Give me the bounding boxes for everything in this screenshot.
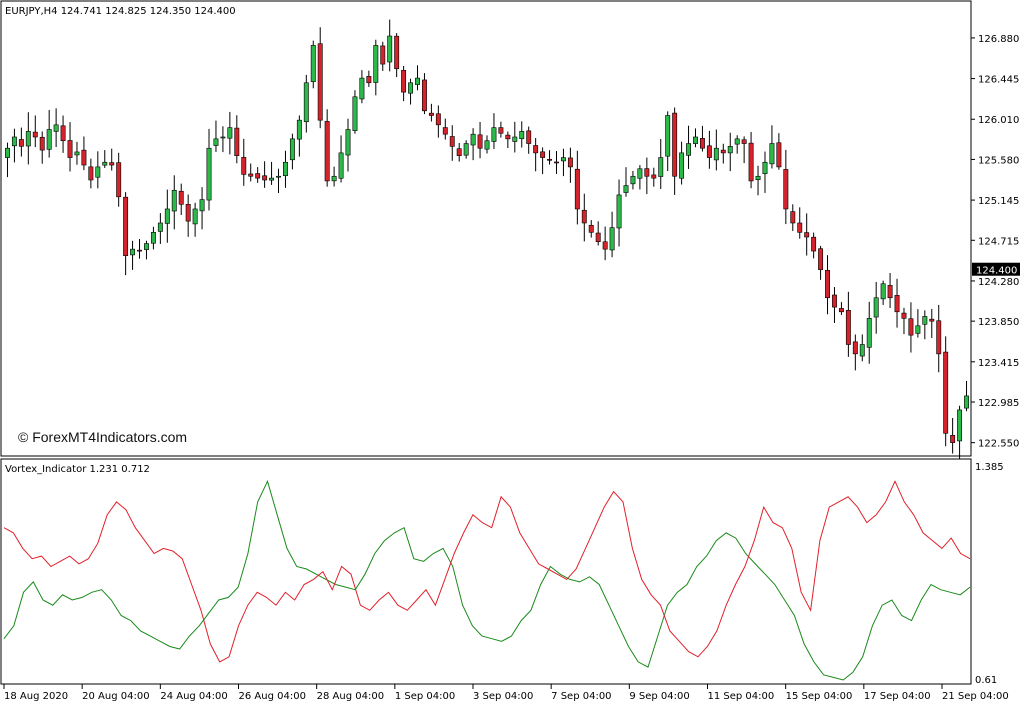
time-tick-label: 28 Aug 04:00	[317, 691, 384, 702]
price-tick-label: 124.280	[978, 277, 1019, 288]
indicator-scale-bottom: 0.61	[975, 675, 997, 686]
price-tick-label: 125.580	[978, 155, 1019, 166]
current-price-tag: 124.400	[972, 262, 1020, 277]
watermark-text: © ForexMT4Indicators.com	[18, 429, 187, 445]
time-tick-label: 18 Aug 2020	[4, 691, 68, 702]
indicator-scale-top: 1.385	[975, 462, 1004, 473]
price-tick-label: 124.715	[978, 236, 1019, 247]
price-tick-label: 126.445	[978, 75, 1019, 86]
mt4-chart-window[interactable]: 126.880 126.445 126.010 125.580 125.145 124.7…	[0, 0, 1024, 705]
time-tick-label: 21 Sep 04:00	[942, 691, 1009, 702]
price-tick-label: 122.550	[978, 439, 1019, 450]
price-tick-label: 122.985	[978, 398, 1019, 409]
current-price-label: 124.400	[976, 266, 1017, 277]
time-tick-label: 1 Sep 04:00	[395, 691, 455, 702]
candle	[310, 40, 316, 89]
candle	[943, 336, 949, 447]
time-tick-label: 3 Sep 04:00	[473, 691, 533, 702]
price-header: EURJPY,H4 124.741 124.825 124.350 124.40…	[5, 6, 236, 17]
time-tick-label: 20 Aug 04:00	[82, 691, 149, 702]
time-tick-label: 17 Sep 04:00	[864, 691, 931, 702]
time-tick-label: 24 Aug 04:00	[160, 691, 227, 702]
time-tick-label: 15 Sep 04:00	[786, 691, 853, 702]
candle	[352, 90, 358, 134]
chart-background	[0, 0, 1024, 705]
time-tick-label: 26 Aug 04:00	[239, 691, 306, 702]
price-tick-label: 126.880	[978, 34, 1019, 45]
price-tick-label: 126.010	[978, 115, 1019, 126]
time-tick-label: 11 Sep 04:00	[708, 691, 775, 702]
price-tick-label: 123.415	[978, 358, 1019, 369]
time-tick-label: 7 Sep 04:00	[551, 691, 611, 702]
time-tick-label: 9 Sep 04:00	[629, 691, 689, 702]
price-tick-label: 123.850	[978, 317, 1019, 328]
indicator-header: Vortex_Indicator 1.231 0.712	[5, 464, 150, 475]
price-tick-label: 125.145	[978, 196, 1019, 207]
